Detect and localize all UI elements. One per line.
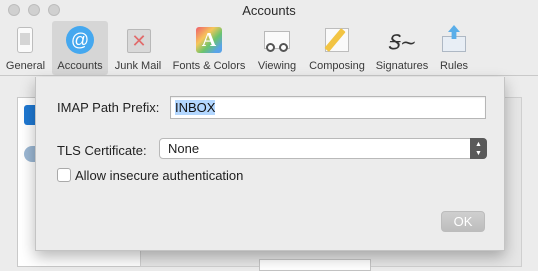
fonts-colors-icon: A: [194, 25, 224, 55]
tls-certificate-label: TLS Certificate:: [57, 143, 147, 158]
imap-path-prefix-input[interactable]: INBOX: [170, 96, 486, 119]
toolbar-item-composing[interactable]: Composing: [304, 21, 370, 75]
rules-icon: [439, 25, 469, 55]
account-detail-field[interactable]: [259, 259, 371, 271]
toolbar-item-fonts-colors[interactable]: A Fonts & Colors: [168, 21, 250, 75]
tls-certificate-select[interactable]: None ▲ ▼: [159, 138, 487, 159]
toolbar-item-general[interactable]: General: [3, 21, 48, 75]
trash-icon: ✕: [123, 25, 153, 55]
toolbar-label-signatures: Signatures: [375, 60, 429, 72]
toolbar-label-composing: Composing: [309, 60, 365, 72]
title-bar: Accounts: [0, 0, 538, 22]
at-sign-icon: @: [64, 25, 94, 55]
imap-path-prefix-value: INBOX: [175, 100, 216, 115]
allow-insecure-auth-label[interactable]: Allow insecure authentication: [75, 168, 243, 183]
toolbar-label-viewing: Viewing: [257, 60, 297, 72]
toolbar-label-junk-mail: Junk Mail: [114, 60, 162, 72]
chevron-up-down-icon: ▲ ▼: [470, 138, 487, 159]
pencil-icon: [322, 25, 352, 55]
toolbar-item-rules[interactable]: Rules: [434, 21, 474, 75]
advanced-settings-sheet: IMAP Path Prefix: INBOX TLS Certificate:…: [35, 77, 505, 251]
toolbar-item-viewing[interactable]: Viewing: [252, 21, 302, 75]
preferences-toolbar: General @ Accounts ✕ Junk Mail A Fonts &…: [0, 20, 538, 76]
toolbar-label-fonts-colors: Fonts & Colors: [172, 60, 246, 72]
toolbar-item-junk-mail[interactable]: ✕ Junk Mail: [110, 21, 166, 75]
toolbar-item-signatures[interactable]: Ꭶ~ Signatures: [372, 21, 432, 75]
allow-insecure-auth-checkbox[interactable]: [57, 168, 71, 182]
signature-icon: Ꭶ~: [387, 30, 417, 54]
glasses-icon: [262, 25, 292, 55]
imap-path-prefix-label: IMAP Path Prefix:: [57, 100, 160, 115]
toolbar-item-accounts[interactable]: @ Accounts: [52, 21, 108, 75]
toolbar-label-general: General: [5, 60, 46, 72]
toolbar-label-rules: Rules: [439, 60, 469, 72]
toolbar-label-accounts: Accounts: [57, 60, 103, 72]
general-icon: [11, 25, 41, 55]
ok-button[interactable]: OK: [441, 211, 485, 232]
tls-certificate-value: None: [168, 141, 200, 156]
preferences-window: Accounts General @ Accounts ✕ Junk Mail …: [0, 0, 538, 271]
window-title: Accounts: [242, 3, 296, 18]
